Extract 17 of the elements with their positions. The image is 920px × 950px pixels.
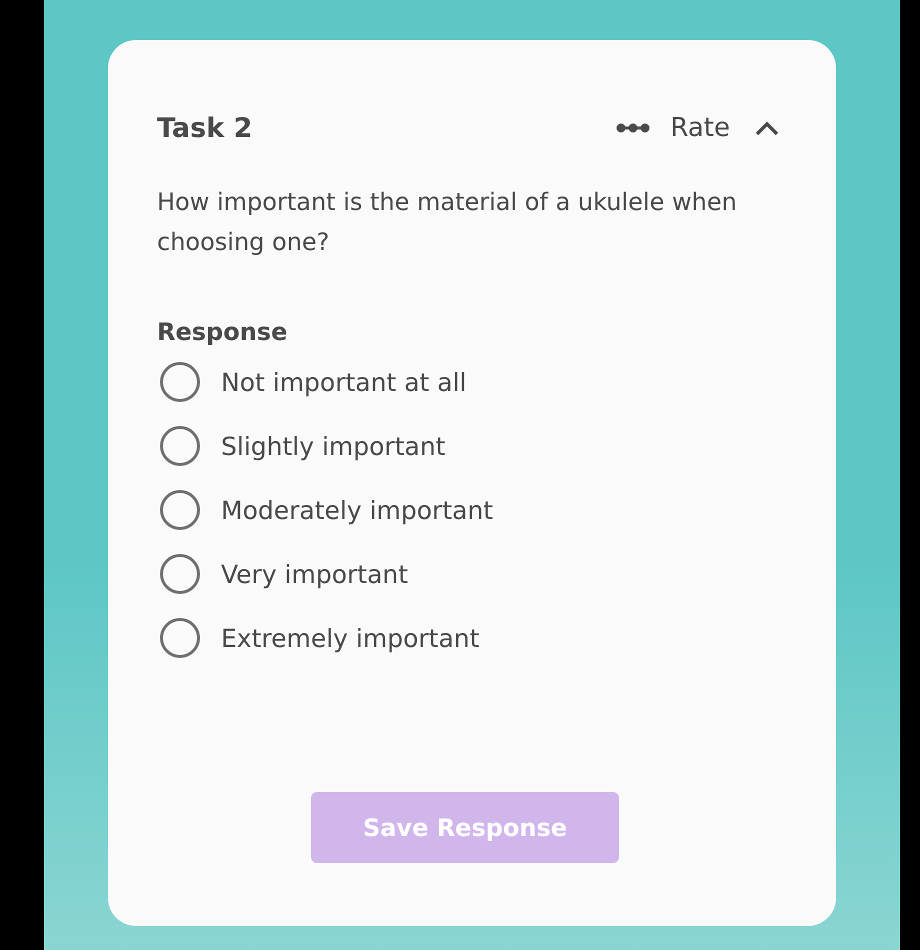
task-title: Task 2 (157, 112, 252, 144)
task-type-label: Rate (670, 113, 730, 143)
option-label[interactable]: Slightly important (221, 432, 446, 460)
radio-button[interactable] (160, 554, 200, 594)
radio-button[interactable] (160, 618, 200, 658)
radio-button[interactable] (160, 362, 200, 402)
option-label[interactable]: Not important at all (221, 368, 466, 396)
option-label[interactable]: Extremely important (221, 624, 480, 652)
radio-button[interactable] (160, 426, 200, 466)
option-label[interactable]: Very important (221, 560, 408, 588)
response-label: Response (157, 318, 288, 346)
question-text: How important is the material of a ukulele when choosing one? (157, 187, 738, 258)
rating-scale-icon (616, 122, 650, 134)
radio-button[interactable] (160, 490, 200, 530)
chevron-icon (754, 120, 780, 136)
option-label[interactable]: Moderately important (221, 496, 494, 524)
collapse-toggle[interactable] (754, 120, 780, 136)
